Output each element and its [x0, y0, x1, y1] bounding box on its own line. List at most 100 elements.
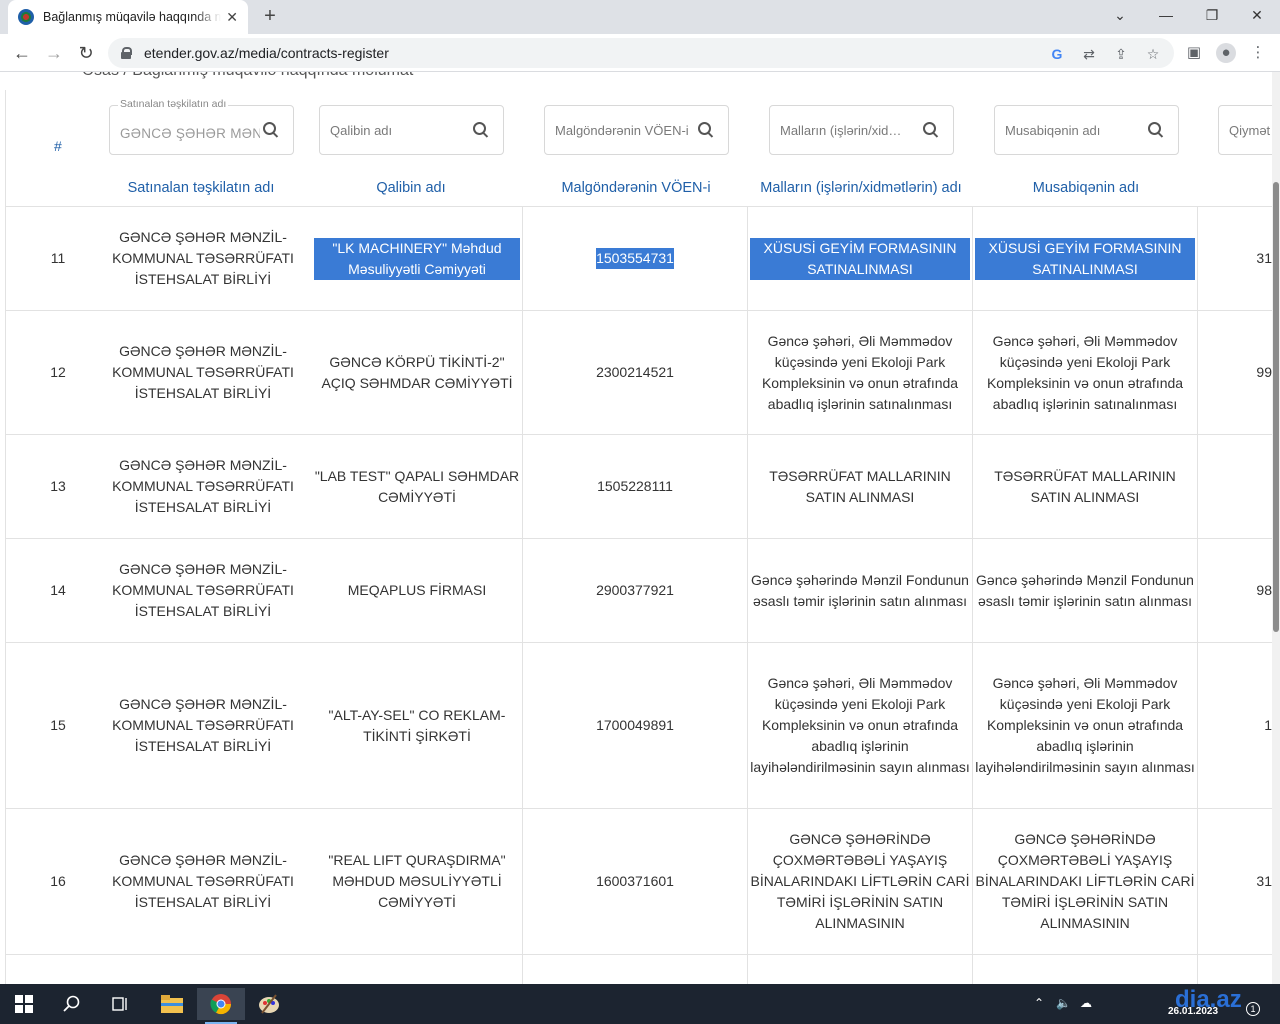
cell-organization: GƏNCƏ ŞƏHƏR MƏNZİL-KOMMUNAL TƏSƏRRÜFATI …	[104, 435, 302, 538]
lock-icon[interactable]	[120, 47, 132, 59]
cell-goods: TƏSƏRRÜFAT MALLARININ SATIN ALINMASI	[747, 435, 972, 538]
minimize-button[interactable]: —	[1143, 0, 1189, 30]
search-taskbar-button[interactable]	[48, 988, 96, 1020]
filter-placeholder[interactable]: Musabiqənin adı	[1005, 123, 1145, 138]
table-row[interactable]: 16 GƏNCƏ ŞƏHƏR MƏNZİL-KOMMUNAL TƏSƏRRÜFAT…	[6, 809, 1276, 955]
filter-placeholder[interactable]: Malgöndərənin VÖEN-i	[555, 123, 695, 138]
scrollbar-thumb[interactable]	[1273, 182, 1279, 632]
search-icon[interactable]	[698, 122, 714, 138]
search-icon[interactable]	[923, 122, 939, 138]
cell-empty	[747, 955, 972, 984]
cell-voen: 1700049891	[522, 643, 747, 808]
table-row[interactable]: 13 GƏNCƏ ŞƏHƏR MƏNZİL-KOMMUNAL TƏSƏRRÜFAT…	[6, 435, 1276, 539]
cell-price	[1197, 435, 1276, 538]
cell-voen: 2300214521	[522, 311, 747, 434]
table-row[interactable]: 15 GƏNCƏ ŞƏHƏR MƏNZİL-KOMMUNAL TƏSƏRRÜFAT…	[6, 643, 1276, 809]
filter-voen[interactable]: Malgöndərənin VÖEN-i	[544, 105, 729, 155]
table-row[interactable]: 11 GƏNCƏ ŞƏHƏR MƏNZİL-KOMMUNAL TƏSƏRRÜFAT…	[6, 207, 1276, 311]
cell-winner: MEQAPLUS FİRMASI	[312, 539, 522, 642]
table-row-partial[interactable]	[6, 955, 1276, 984]
column-header-voen[interactable]: Malgöndərənin VÖEN-i	[536, 180, 736, 196]
cell-contest: XÜSUSİ GEYİM FORMASININ SATINALINMASI	[972, 207, 1197, 310]
filter-winner[interactable]: Qalibin adı	[319, 105, 504, 155]
chevron-up-icon[interactable]: ⌃	[1034, 996, 1044, 1010]
cell-winner-text: "LAB TEST" QAPALI SƏHMDAR CƏMİYYƏTİ	[314, 467, 520, 505]
cell-number: 16	[6, 809, 112, 954]
search-icon[interactable]	[263, 122, 279, 138]
cell-number-text: 12	[50, 364, 66, 380]
cell-organization: GƏNCƏ ŞƏHƏR MƏNZİL-KOMMUNAL TƏSƏRRÜFATI …	[104, 643, 302, 808]
forward-button[interactable]: →	[42, 41, 66, 65]
tab-close-icon[interactable]: ✕	[226, 9, 238, 26]
page-scrollbar[interactable]	[1272, 72, 1280, 984]
browser-tab[interactable]: Bağlanmış müqavilə haqqında məlumat ✕	[8, 0, 248, 34]
notification-icon[interactable]: 1	[1246, 1002, 1260, 1016]
cell-voen: 1600371601	[522, 809, 747, 954]
search-icon[interactable]	[473, 122, 489, 138]
table-row[interactable]: 12 GƏNCƏ ŞƏHƏR MƏNZİL-KOMMUNAL TƏSƏRRÜFAT…	[6, 311, 1276, 435]
chrome-taskbar-button[interactable]	[197, 988, 245, 1024]
cell-contest: TƏSƏRRÜFAT MALLARININ SATIN ALINMASI	[972, 435, 1197, 538]
breadcrumb: Əsas / Bağlanmış müqavilə haqqında məlum…	[82, 72, 413, 80]
tab-search-icon[interactable]: ⌄	[1097, 0, 1143, 30]
number-column-header: #	[54, 138, 62, 154]
cell-voen-text: 1700049891	[596, 717, 674, 733]
restore-button[interactable]: ❐	[1189, 0, 1235, 30]
new-tab-button[interactable]: +	[258, 4, 282, 28]
cell-voen-text: 1600371601	[596, 873, 674, 889]
profile-avatar-icon[interactable]: ●	[1216, 43, 1236, 63]
cell-price-text: 31	[1256, 250, 1272, 266]
cell-number-text: 16	[50, 873, 66, 889]
filter-contest[interactable]: Musabiqənin adı	[994, 105, 1179, 155]
cloud-icon[interactable]: ☁	[1080, 996, 1092, 1010]
cell-price: 98	[1197, 539, 1276, 642]
share-icon[interactable]: ⇪	[1112, 45, 1130, 63]
side-panel-icon[interactable]: ▣	[1184, 43, 1204, 63]
cell-contest-text: Gəncə şəhərində Mənzil Fondunun əsaslı t…	[976, 571, 1194, 609]
cell-number: 11	[6, 207, 112, 310]
filter-price[interactable]: Qiymət	[1218, 105, 1280, 155]
cell-organization-text: GƏNCƏ ŞƏHƏR MƏNZİL-KOMMUNAL TƏSƏRRÜFATI …	[112, 457, 294, 515]
cell-voen: 2900377921	[522, 539, 747, 642]
volume-icon[interactable]: 🔈	[1056, 996, 1071, 1010]
filter-placeholder[interactable]: Malların (işlərin/xidmətlərin) adı	[780, 123, 910, 138]
cell-empty	[972, 955, 1197, 984]
cell-winner: "ALT-AY-SEL" CO REKLAM-TİKİNTİ ŞİRKƏTİ	[312, 643, 522, 808]
column-header-organization[interactable]: Satınalan təşkilatın adı	[101, 180, 301, 196]
cell-goods-text: TƏSƏRRÜFAT MALLARININ SATIN ALINMASI	[769, 467, 951, 505]
reload-button[interactable]: ↻	[74, 41, 98, 65]
cell-contest-text: GƏNCƏ ŞƏHƏRİNDƏ ÇOXMƏRTƏBƏLİ YAŞAYIŞ BİN…	[975, 831, 1195, 931]
cell-organization: GƏNCƏ ŞƏHƏR MƏNZİL-KOMMUNAL TƏSƏRRÜFATI …	[104, 539, 302, 642]
cell-contest: GƏNCƏ ŞƏHƏRİNDƏ ÇOXMƏRTƏBƏLİ YAŞAYIŞ BİN…	[972, 809, 1197, 954]
window-close-button[interactable]: ✕	[1234, 0, 1280, 30]
cell-organization-text: GƏNCƏ ŞƏHƏR MƏNZİL-KOMMUNAL TƏSƏRRÜFATI …	[112, 561, 294, 619]
cell-goods-text: GƏNCƏ ŞƏHƏRİNDƏ ÇOXMƏRTƏBƏLİ YAŞAYIŞ BİN…	[750, 831, 970, 931]
translate-icon[interactable]: ⇄	[1080, 45, 1098, 63]
column-header-winner[interactable]: Qalibin adı	[311, 180, 511, 196]
file-explorer-button[interactable]	[148, 988, 196, 1020]
url-text[interactable]: etender.gov.az/media/contracts-register	[144, 45, 389, 61]
address-bar[interactable]: etender.gov.az/media/contracts-register …	[108, 38, 1174, 68]
start-button[interactable]	[0, 988, 48, 1020]
cell-contest: Gəncə şəhəri, Əli Məmmədov küçəsində yen…	[972, 643, 1197, 808]
search-icon[interactable]	[1148, 122, 1164, 138]
filter-value[interactable]: GƏNCƏ ŞƏHƏR MƏNZİL	[120, 126, 260, 141]
cell-winner-text: "LK MACHINERY" Məhdud Məsuliyyətli Cəmiy…	[314, 237, 520, 280]
filter-organization[interactable]: Satınalan təşkilatın adı GƏNCƏ ŞƏHƏR MƏN…	[109, 98, 294, 155]
column-header-contest[interactable]: Musabiqənin adı	[986, 180, 1186, 196]
google-icon[interactable]: G	[1048, 45, 1066, 63]
paint-taskbar-button[interactable]	[245, 988, 293, 1020]
filter-placeholder[interactable]: Qalibin adı	[330, 123, 470, 138]
cell-goods-text: Gəncə şəhəri, Əli Məmmədov küçəsində yen…	[750, 675, 970, 775]
tab-title: Bağlanmış müqavilə haqqında məlumat	[43, 10, 221, 24]
back-button[interactable]: ←	[10, 41, 34, 65]
cell-contest-text: TƏSƏRRÜFAT MALLARININ SATIN ALINMASI	[994, 467, 1176, 505]
cell-number-text: 14	[50, 582, 66, 598]
filter-goods[interactable]: Malların (işlərin/xidmətlərin) adı	[769, 105, 954, 155]
column-header-goods[interactable]: Malların (işlərin/xidmətlərin) adı	[751, 180, 971, 196]
bookmark-star-icon[interactable]: ☆	[1144, 45, 1162, 63]
menu-kebab-icon[interactable]: ⋮	[1248, 43, 1268, 63]
table-row[interactable]: 14 GƏNCƏ ŞƏHƏR MƏNZİL-KOMMUNAL TƏSƏRRÜFAT…	[6, 539, 1276, 643]
table-header: # Satınalan təşkilatın adı GƏNCƏ ŞƏHƏR M…	[6, 90, 1280, 207]
task-view-button[interactable]	[96, 988, 144, 1020]
